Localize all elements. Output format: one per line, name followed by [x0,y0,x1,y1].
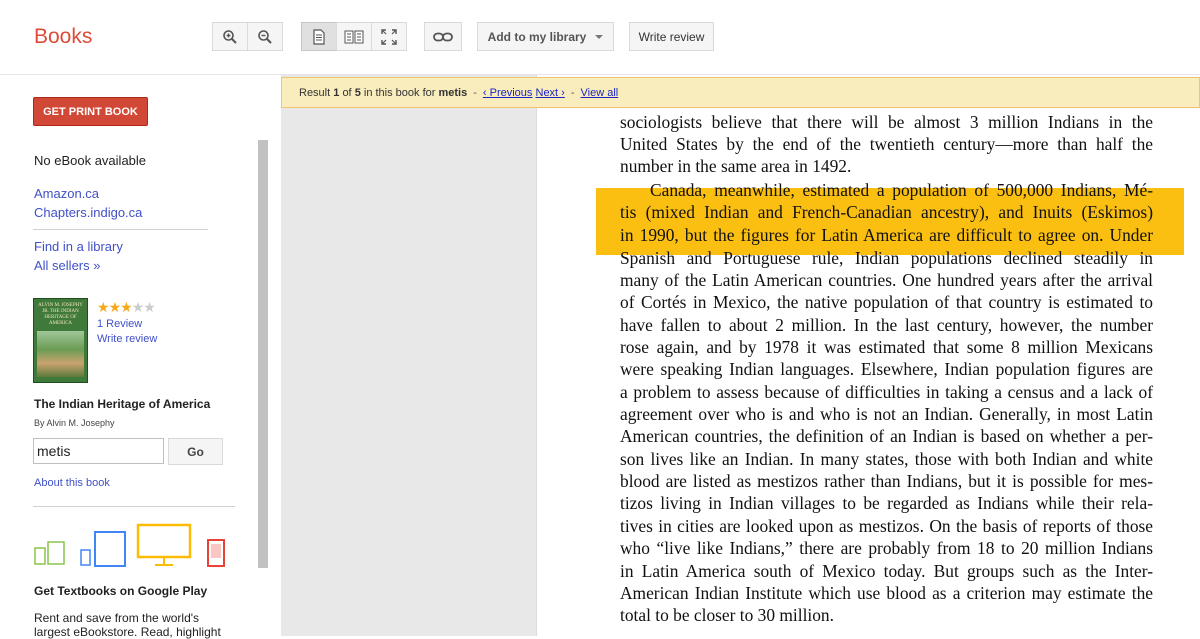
promo-text-line-1: Rent and save from the world's [34,611,200,625]
result-total: 5 [354,86,361,99]
result-term: metis [438,86,468,99]
star-empty-icon: ★ [143,299,156,315]
sidebar-scrollbar[interactable] [258,140,268,568]
previous-result-link[interactable]: ‹ Previous [483,87,533,99]
add-to-library-dropdown[interactable]: Add to my library [477,22,614,51]
write-review-link[interactable]: Write review [97,333,157,345]
page-text-line: number in the same area in 1492. [620,156,852,176]
zoom-in-icon [222,29,238,45]
zoom-out-icon [257,29,273,45]
add-to-library-label: Add to my library [487,29,587,44]
book-cover-art [37,331,84,377]
next-result-link[interactable]: Next › [536,87,565,99]
single-page-view-button[interactable] [301,22,337,51]
single-page-icon [312,28,326,45]
page-text-line: American Indian Institute which use bloo… [620,583,1153,603]
write-review-button[interactable]: Write review [629,22,714,51]
divider [33,506,235,507]
page-text-line: tives in cities are looked upon as mesti… [620,516,1153,536]
promo-title: Get Textbooks on Google Play [34,584,208,598]
page-text-line: of Cortés in Mexico, the native populati… [620,292,1153,312]
page-text-line: blood are listed as mestizos rather than… [620,471,1153,491]
page-text-line: many of the Latin American countries. On… [620,270,1153,290]
separator: - [570,86,575,99]
go-button[interactable]: Go [168,438,223,465]
reviews-link[interactable]: 1 Review [97,318,142,330]
seller-link-amazon[interactable]: Amazon.ca [34,186,99,201]
write-review-label: Write review [638,29,705,44]
star-filled-icon: ★ [97,299,110,315]
page-text-line: Canada, meanwhile, estimated a populatio… [650,180,1153,200]
chevron-down-icon [595,34,604,39]
seller-link-chapters[interactable]: Chapters.indigo.ca [34,205,142,220]
page-text-line: total to be closer to 30 million. [620,605,834,625]
star-rating: ★★★★★ [97,299,156,316]
search-in-book-input[interactable] [33,438,164,464]
about-book-link[interactable]: About this book [34,477,110,489]
devices-illustration-icon [34,523,225,567]
zoom-out-button[interactable] [247,22,283,51]
find-in-library-link[interactable]: Find in a library [34,239,123,254]
page-text-line: United States by the end of the twentiet… [620,134,1153,154]
get-print-book-button[interactable]: GET PRINT BOOK [33,97,148,126]
book-cover-image[interactable]: ALVIN M. JOSEPHY JR. THE INDIAN HERITAGE… [33,298,88,383]
page-text-line: sociologists believe that there will be … [620,112,1153,132]
divider [33,229,208,230]
result-of: of [342,86,352,99]
result-middle: in this book for [363,86,436,99]
books-logo[interactable]: Books [34,25,92,49]
result-prefix: Result [299,86,331,99]
viewer-background [281,75,536,636]
page-text-line: in 1990, but the figures for Latin Ameri… [620,225,1153,245]
page-text-line: tis (mixed Indian and French-Canadian an… [620,202,1153,222]
page-text-line: tizos living in Indian villages to be re… [620,493,1153,513]
page-text-line: a problem to assess because of difficult… [620,382,1153,402]
page-text-line: in Latin America south of Mexico today. … [620,561,1153,581]
two-page-view-button[interactable] [336,22,372,51]
top-bar: Books Add to my library Write review [0,0,1200,75]
fullscreen-icon [381,28,397,45]
promo-text-line-2: largest eBookstore. Read, highlight [34,625,221,639]
zoom-controls [212,22,283,51]
star-empty-icon: ★ [131,299,145,315]
link-icon [433,32,453,42]
page-text-line: have fallen to about 2 million. In the l… [620,315,1153,335]
search-result-bar: Result 1 of 5 in this book for metis - ‹… [281,77,1200,108]
page-text-line: American countries, the definition of an… [620,426,1153,446]
zoom-in-button[interactable] [212,22,248,51]
all-sellers-link[interactable]: All sellers » [34,258,100,273]
page-text-line: agreement over who is and who is not an … [620,404,1153,424]
page-text-line: were speaking Indian languages. Elsewher… [620,359,1153,379]
page-text-line: Spanish and Portuguese rule, Indian popu… [620,248,1153,268]
star-filled-icon: ★ [108,299,122,315]
separator: - [473,86,477,99]
page-text-line: rose again, and by 1978 it was estimated… [620,337,1153,357]
two-page-icon [344,30,364,44]
page-text-line: who “live like Indians,” there are proba… [620,538,1153,558]
book-author: By Alvin M. Josephy [34,418,115,428]
no-ebook-label: No eBook available [34,153,147,168]
star-filled-icon: ★ [120,299,133,315]
book-cover-title: ALVIN M. JOSEPHY JR. THE INDIAN HERITAGE… [38,303,83,326]
book-title: The Indian Heritage of America [34,397,211,411]
fullscreen-button[interactable] [371,22,407,51]
view-all-results-link[interactable]: View all [581,87,619,99]
page-text-line: son lives like an Indian. In many states… [620,449,1153,469]
link-button[interactable] [424,22,462,51]
result-current: 1 [333,86,340,99]
view-mode-controls [301,22,407,51]
